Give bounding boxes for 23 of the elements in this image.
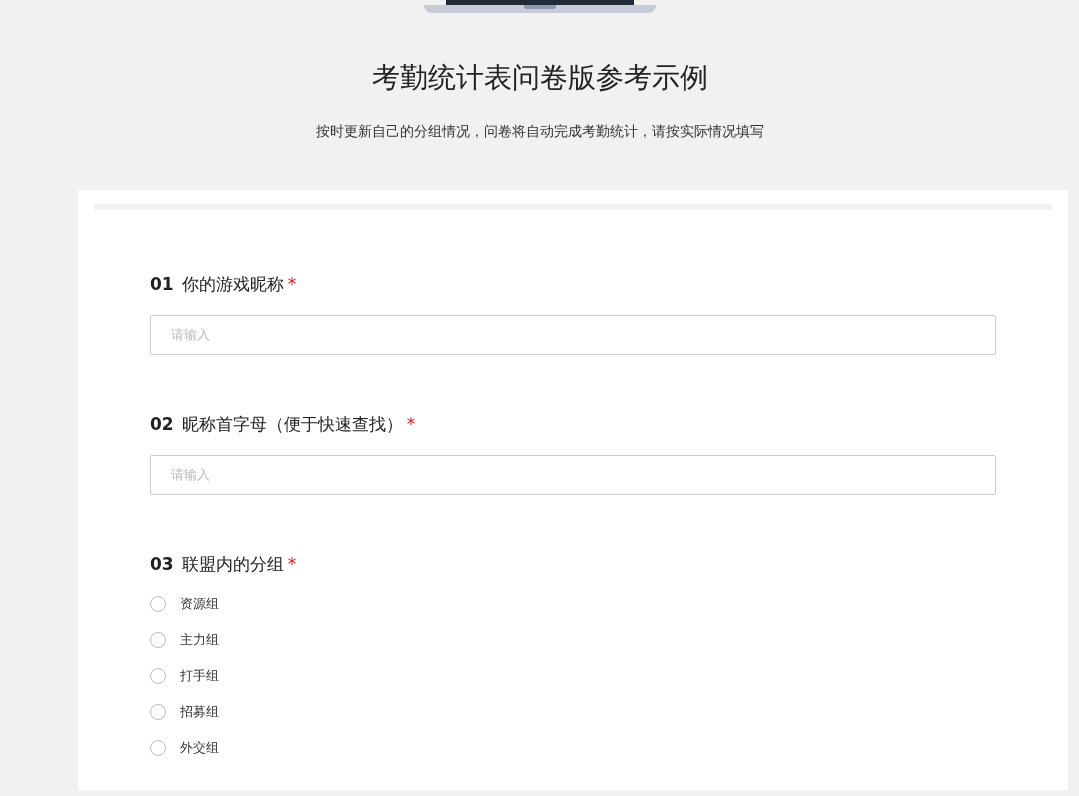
question-number: 03 [150, 553, 174, 574]
question-label: 昵称首字母（便于快速查找） [181, 413, 403, 434]
survey-description: 按时更新自己的分组情况，问卷将自动完成考勤统计，请按实际情况填写 [314, 121, 765, 141]
radio-button[interactable] [150, 739, 166, 756]
option-label[interactable]: 资源组 [180, 593, 219, 614]
option-label[interactable]: 主力组 [180, 629, 219, 650]
radio-button[interactable] [150, 631, 166, 648]
required-mark: * [287, 553, 297, 574]
survey-title: 考勤统计表问卷版参考示例 [370, 61, 709, 95]
input-field[interactable]: 请输入 [150, 314, 996, 355]
question-number: 02 [150, 413, 174, 434]
option-label[interactable]: 招募组 [180, 701, 219, 722]
option-label[interactable]: 外交组 [180, 737, 219, 758]
radio-button[interactable] [150, 667, 166, 684]
radio-button[interactable] [150, 595, 166, 612]
input-field[interactable]: 请输入 [150, 454, 996, 495]
required-mark: * [287, 273, 297, 294]
required-mark: * [406, 413, 416, 434]
radio-button[interactable] [150, 703, 166, 720]
question-number: 01 [150, 273, 174, 294]
option-label[interactable]: 打手组 [180, 665, 219, 686]
question-label: 联盟内的分组 [181, 553, 284, 574]
question-label: 你的游戏昵称 [181, 273, 284, 294]
